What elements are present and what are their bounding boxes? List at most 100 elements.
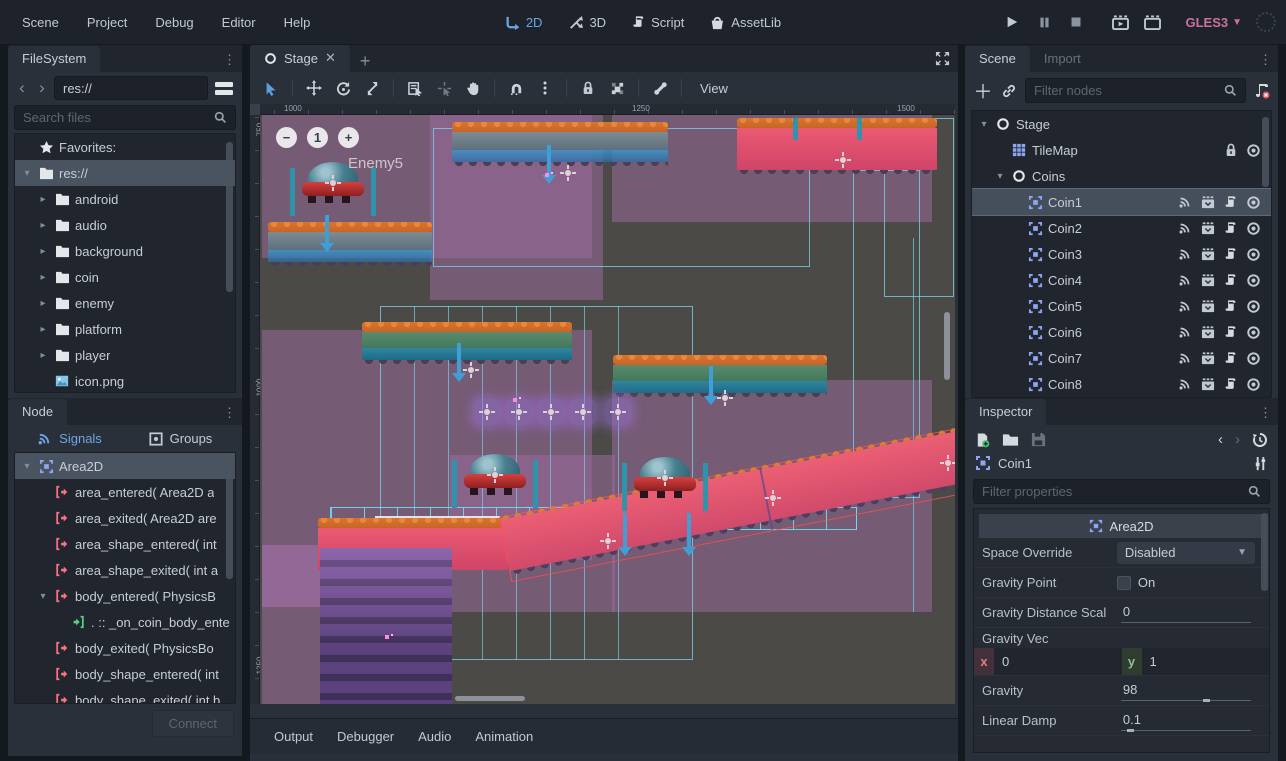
group-icon[interactable]	[1201, 300, 1215, 313]
eye-icon[interactable]	[1246, 351, 1261, 366]
2d-viewport[interactable]: Enemy5 − 1 +	[260, 115, 955, 704]
menu-help[interactable]: Help	[272, 10, 323, 35]
expander[interactable]: ▾	[978, 119, 990, 130]
group-icon[interactable]	[1201, 274, 1215, 287]
eye-icon[interactable]	[1246, 325, 1261, 340]
pan-tool-icon[interactable]	[460, 76, 486, 100]
bottom-tab-debugger[interactable]: Debugger	[327, 723, 404, 750]
tab-stage-scene[interactable]: Stage ✕	[250, 45, 350, 72]
bone-icon[interactable]	[647, 76, 673, 100]
signal-icon[interactable]	[1178, 377, 1192, 391]
panel-menu-icon[interactable]: ⋮	[1259, 405, 1272, 421]
renderer-select[interactable]: GLES3▼	[1185, 15, 1242, 30]
signal-row-body-shape-exited-int-b[interactable]: body_shape_exited( int b	[15, 687, 235, 704]
history-back-icon[interactable]: ‹	[14, 78, 30, 98]
fs-row-favorites-[interactable]: Favorites:	[15, 134, 235, 160]
script-icon[interactable]	[1224, 377, 1237, 391]
zoom-reset-button[interactable]: 1	[307, 127, 328, 148]
play-custom-scene-icon[interactable]	[1141, 11, 1163, 33]
eye-icon[interactable]	[1246, 273, 1261, 288]
transform-gizmo[interactable]	[600, 533, 616, 549]
group-object-icon[interactable]	[604, 76, 630, 100]
expander[interactable]: ▸	[37, 246, 49, 257]
signal-row-area-shape-exited-int-a[interactable]: area_shape_exited( int a	[15, 557, 235, 583]
signal-icon[interactable]	[1178, 351, 1192, 365]
signal-icon[interactable]	[1178, 221, 1192, 235]
display-mode-icon[interactable]	[212, 76, 236, 100]
save-resource-icon[interactable]	[1031, 432, 1046, 447]
signal-row-body-exited-physicsbo[interactable]: body_exited( PhysicsBo	[15, 635, 235, 661]
group-icon[interactable]	[1201, 196, 1215, 209]
scene-row-stage[interactable]: ▾Stage	[972, 111, 1271, 137]
script-icon[interactable]	[1224, 221, 1237, 235]
close-icon[interactable]: ✕	[325, 50, 336, 66]
current-path-field[interactable]: res://	[54, 76, 208, 100]
menu-scene[interactable]: Scene	[10, 10, 71, 35]
expander[interactable]: ▸	[37, 194, 49, 205]
bottom-tab-output[interactable]: Output	[264, 723, 323, 750]
tab-inspector[interactable]: Inspector	[965, 399, 1046, 425]
group-icon[interactable]	[1201, 378, 1215, 391]
group-icon[interactable]	[1201, 222, 1215, 235]
scale-tool-icon[interactable]	[359, 76, 385, 100]
script-icon[interactable]	[1224, 325, 1237, 339]
coin-sprite[interactable]	[570, 399, 596, 425]
enemy-sprite[interactable]	[632, 455, 698, 501]
x-value-field[interactable]: 0	[994, 648, 1122, 675]
enemy-sprite[interactable]	[462, 452, 528, 498]
number-field[interactable]: 0.1	[1117, 710, 1255, 731]
eye-icon[interactable]	[1246, 143, 1261, 158]
zoom-in-button[interactable]: +	[338, 127, 359, 148]
object-history-icon[interactable]	[1252, 432, 1268, 448]
eye-icon[interactable]	[1246, 247, 1261, 262]
tab-import[interactable]: Import	[1030, 46, 1095, 72]
coin-sprite[interactable]	[474, 399, 500, 425]
select-tool-icon[interactable]	[258, 76, 284, 100]
object-tools-icon[interactable]	[1253, 456, 1268, 471]
scene-row-coin4[interactable]: Coin4	[972, 267, 1271, 293]
coin-sprite[interactable]	[538, 399, 564, 425]
tab-scene[interactable]: Scene	[965, 46, 1030, 72]
expander[interactable]: ▸	[37, 220, 49, 231]
stop-icon[interactable]	[1065, 11, 1087, 33]
transform-gizmo[interactable]	[717, 390, 733, 406]
panel-menu-icon[interactable]: ⋮	[223, 405, 236, 421]
fs-row-icon-png[interactable]: icon.png	[15, 368, 235, 393]
expander[interactable]: ▾	[37, 591, 49, 602]
scene-row-coin5[interactable]: Coin5	[972, 293, 1271, 319]
fs-row-coin[interactable]: ▸coin	[15, 264, 235, 290]
scene-row-coin2[interactable]: Coin2	[972, 215, 1271, 241]
zoom-out-button[interactable]: −	[276, 127, 297, 148]
transform-gizmo[interactable]	[765, 490, 781, 506]
scene-row-coin1[interactable]: Coin1	[972, 189, 1271, 215]
fs-row-res-[interactable]: ▾res://	[15, 160, 235, 186]
filter-nodes-input[interactable]: Filter nodes	[1025, 78, 1246, 103]
scene-row-coin6[interactable]: Coin6	[972, 319, 1271, 345]
category-header[interactable]: Area2D	[979, 514, 1264, 538]
viewmode-assetlib[interactable]: AssetLib	[710, 15, 781, 30]
signal-icon[interactable]	[1178, 247, 1192, 261]
signal-row-area-entered-area2d-a[interactable]: area_entered( Area2D a	[15, 479, 235, 505]
search-files-input[interactable]: Search files	[14, 105, 236, 130]
instance-scene-icon[interactable]	[1001, 83, 1017, 99]
bottom-tab-animation[interactable]: Animation	[465, 723, 543, 750]
detach-script-icon[interactable]	[1254, 83, 1270, 99]
pause-icon[interactable]	[1033, 11, 1055, 33]
snap-options-dots-icon[interactable]	[532, 76, 558, 100]
lock-icon[interactable]	[1225, 143, 1237, 157]
scene-row-coin3[interactable]: Coin3	[972, 241, 1271, 267]
number-field[interactable]: 98	[1117, 680, 1255, 701]
groups-tab[interactable]: Groups	[129, 431, 232, 446]
scene-row-coin7[interactable]: Coin7	[972, 345, 1271, 371]
bottom-tab-audio[interactable]: Audio	[408, 723, 461, 750]
checkbox[interactable]	[1117, 576, 1131, 590]
signal-icon[interactable]	[1178, 325, 1192, 339]
fs-row-player[interactable]: ▸player	[15, 342, 235, 368]
rotate-tool-icon[interactable]	[330, 76, 356, 100]
eye-icon[interactable]	[1246, 377, 1261, 392]
play-icon[interactable]	[1001, 11, 1023, 33]
menu-editor[interactable]: Editor	[210, 10, 268, 35]
signals-tab[interactable]: Signals	[18, 431, 121, 446]
panel-menu-icon[interactable]: ⋮	[1259, 52, 1272, 68]
expander[interactable]: ▾	[994, 171, 1006, 182]
